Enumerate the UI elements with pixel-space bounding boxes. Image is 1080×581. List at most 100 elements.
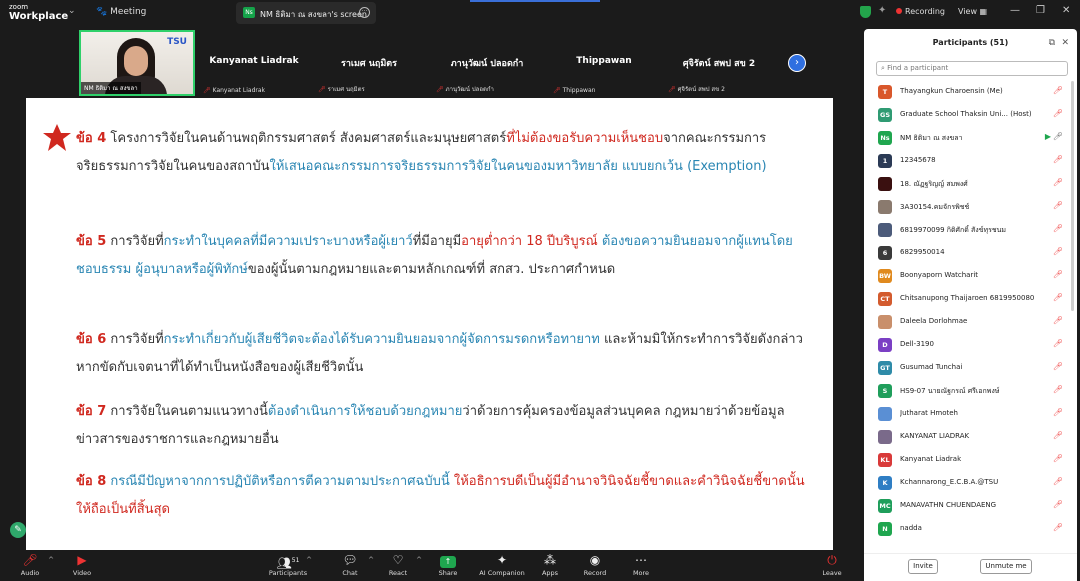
- participant-row[interactable]: GT Gusumad Tunchai 🎤︎: [864, 357, 1077, 380]
- participant-name: Dell-3190: [900, 340, 934, 348]
- shared-slide: ข้อ 4 โครงการวิจัยในคนด้านพฤติกรรมศาสตร์…: [26, 98, 833, 550]
- screen-share-tab[interactable]: Ns NM ธิติมา ณ สงขลา's screen ···: [236, 2, 376, 24]
- tile-label: 🎤︎ Kanyanat Liadrak: [203, 87, 265, 94]
- zoom-window: zoom Workplace ⌄ 🐾 Meeting Ns NM ธิติมา …: [0, 0, 1080, 581]
- participant-row[interactable]: T Thayangkun Charoensin (Me) 🎤︎: [864, 81, 1077, 104]
- participant-row[interactable]: Daleela Dorlohmae 🎤︎: [864, 311, 1077, 334]
- tile-small-name: ศุจิรัตน์ สพป สข 2: [677, 86, 725, 93]
- chevron-up-icon[interactable]: ^: [306, 556, 312, 564]
- participant-row[interactable]: 18. ณัฏฐริญญ์ สมพงศ์ 🎤︎: [864, 173, 1077, 196]
- recording-indicator[interactable]: Recording: [896, 7, 945, 16]
- mic-muted-icon: 🎤︎: [1052, 109, 1063, 118]
- avatar: S: [878, 384, 892, 398]
- unmute-button[interactable]: Unmute me: [980, 559, 1032, 574]
- tile-name: Thippawan: [576, 56, 632, 66]
- participant-row[interactable]: S HS9-07 นายณัฐกรณ์ ศรีเอกพงษ์ 🎤︎: [864, 380, 1077, 403]
- clause-highlight: กระทำในบุคคลที่มีความเปราะบางหรือผู้เยาว…: [163, 234, 413, 249]
- annotate-icon[interactable]: ✎: [10, 522, 26, 538]
- participant-row[interactable]: Ns NM ธิติมา ณ สงขลา ▶ 🎤︎: [864, 127, 1077, 150]
- person-face: [124, 46, 148, 76]
- participant-name: Kchannarong_E.C.B.A.@TSU: [900, 478, 999, 486]
- video-tile[interactable]: Kanyanat Liadrak 🎤︎ Kanyanat Liadrak: [197, 30, 311, 96]
- participant-row[interactable]: BW Boonyaporn Watcharit 🎤︎: [864, 265, 1077, 288]
- more-button[interactable]: ⋯ More: [611, 552, 671, 577]
- close-panel-icon[interactable]: ✕: [1061, 29, 1069, 57]
- participant-row[interactable]: 6819970099 กิติศักดิ์ สังข์ทุรชนม 🎤︎: [864, 219, 1077, 242]
- participant-name: NM ธิติมา ณ สงขลา: [900, 134, 963, 142]
- clause-number: ข้อ 6: [76, 332, 107, 347]
- audio-label: Audio: [20, 569, 40, 577]
- participant-row[interactable]: KL Kanyanat Liadrak 🎤︎: [864, 449, 1077, 472]
- clause-7: ข้อ 7 การวิจัยในคนตามแนวทางนี้ต้องดำเนิน…: [76, 398, 816, 454]
- video-tile[interactable]: ภานุวัฒน์ ปลอดกำ 🎤︎ ภานุวัฒน์ ปลอดกำ: [430, 30, 544, 96]
- clause-highlight: อายุต่ำกว่า 18 ปีบริบูรณ์: [461, 234, 598, 249]
- meeting-label: Meeting: [110, 7, 147, 17]
- avatar: D: [878, 338, 892, 352]
- popout-icon[interactable]: ⧉: [1049, 29, 1055, 57]
- panel-scrollbar[interactable]: [1071, 81, 1074, 311]
- participant-row[interactable]: KANYANAT LIADRAK 🎤︎: [864, 426, 1077, 449]
- tile-small-name: Thippawan: [562, 87, 596, 94]
- participants-panel: Participants (51) ⧉ ✕ ⌕ Find a participa…: [864, 29, 1077, 581]
- participant-row[interactable]: D Dell-3190 🎤︎: [864, 334, 1077, 357]
- clause-text: โครงการวิจัยในคนด้านพฤติกรรมศาสตร์ สังคม…: [106, 131, 507, 146]
- next-page-button[interactable]: ›: [788, 54, 806, 72]
- shield-icon[interactable]: [860, 6, 871, 18]
- tile-name: Kanyanat Liadrak: [209, 56, 299, 66]
- participant-search[interactable]: ⌕ Find a participant: [876, 61, 1068, 76]
- participant-row[interactable]: K Kchannarong_E.C.B.A.@TSU 🎤︎: [864, 472, 1077, 495]
- participant-list: T Thayangkun Charoensin (Me) 🎤︎ GS Graduate …: [864, 81, 1077, 541]
- participant-row[interactable]: Nnadda 🎤︎: [864, 518, 1077, 541]
- video-tile[interactable]: ศุจิรัตน์ สพป สข 2 🎤︎ ศุจิรัตน์ สพป สข 2: [662, 30, 776, 96]
- mic-muted-icon: 🎤︎: [318, 86, 326, 93]
- view-button[interactable]: View ▦: [958, 7, 987, 16]
- maximize-icon[interactable]: ❐: [1036, 5, 1045, 16]
- sparkle-icon[interactable]: ✦: [878, 5, 886, 16]
- invite-button[interactable]: Invite: [908, 559, 938, 574]
- video-button[interactable]: ▶︎ Video: [52, 552, 112, 577]
- star-icon: [43, 124, 71, 151]
- minimize-icon[interactable]: —: [1010, 5, 1020, 16]
- video-tile[interactable]: ราเมศ นฤมิตร 🎤︎ ราเมศ นฤมิตร: [312, 30, 426, 96]
- participants-label: Participants: [268, 569, 308, 577]
- mic-muted-icon: 🎤︎: [436, 86, 444, 93]
- participant-row[interactable]: 1 12345678 🎤︎: [864, 150, 1077, 173]
- participant-row[interactable]: 3A30154.คมจักรพิชช์ 🎤︎: [864, 196, 1077, 219]
- participant-row[interactable]: 6 6829950014 🎤︎: [864, 242, 1077, 265]
- panel-title: Participants (51): [932, 38, 1009, 47]
- avatar: 1: [878, 154, 892, 168]
- close-icon[interactable]: ✕: [1062, 5, 1070, 16]
- avatar: MC: [878, 499, 892, 513]
- mic-muted-icon: 🎤︎: [1052, 293, 1063, 302]
- participant-row[interactable]: Jutharat Hmoteh 🎤︎: [864, 403, 1077, 426]
- video-tile[interactable]: Thippawan 🎤︎ Thippawan: [547, 30, 661, 96]
- mic-muted-icon: 🎤︎: [668, 86, 676, 93]
- tile-label: 🎤︎ Thippawan: [553, 87, 595, 94]
- clause-text: ของผู้นั้นตามกฎหมายและตามหลักเกณฑ์ที่ สก…: [247, 262, 616, 277]
- mic-muted-icon: 🎤︎: [1052, 477, 1063, 486]
- meeting-menu[interactable]: 🐾 Meeting: [96, 7, 146, 17]
- participant-row[interactable]: CT Chitsanupong Thaijaroen 6819950080 🎤︎: [864, 288, 1077, 311]
- paw-icon: 🐾: [96, 7, 108, 17]
- clause-6: ข้อ 6 การวิจัยที่กระทำเกี่ยวกับผู้เสียชี…: [76, 326, 816, 382]
- clause-text: การวิจัยที่: [106, 234, 164, 249]
- avatar: BW: [878, 269, 892, 283]
- participant-row[interactable]: GS Graduate School Thaksin Uni... (Host) 🎤…: [864, 104, 1077, 127]
- clause-text: การวิจัยในคนตามแนวทางนี้: [106, 404, 268, 419]
- panel-header: Participants (51) ⧉ ✕: [864, 29, 1077, 57]
- leave-button[interactable]: ⏻ Leave: [802, 552, 862, 577]
- audio-button[interactable]: 🎤︎ Audio ^: [0, 552, 60, 577]
- presenter-video[interactable]: TSU NM ธิติมา ณ สงขลา: [79, 30, 195, 96]
- app-brand: zoom Workplace: [9, 2, 68, 22]
- view-label: View: [958, 7, 977, 16]
- participants-button[interactable]: 👥︎51 Participants ^: [258, 552, 318, 577]
- mic-muted-icon: 🎤︎: [1052, 247, 1063, 256]
- share-button[interactable]: ↑ Share: [418, 552, 478, 577]
- chevron-right-icon: ›: [795, 57, 799, 68]
- chevron-down-icon[interactable]: ⌄: [68, 6, 76, 16]
- participant-row[interactable]: MC MANAVATHN CHUENDAENG 🎤︎: [864, 495, 1077, 518]
- avatar: CT: [878, 292, 892, 306]
- participant-name: Daleela Dorlohmae: [900, 317, 968, 325]
- mic-muted-icon: 🎤︎: [1052, 408, 1063, 417]
- more-options-icon[interactable]: ···: [359, 7, 370, 18]
